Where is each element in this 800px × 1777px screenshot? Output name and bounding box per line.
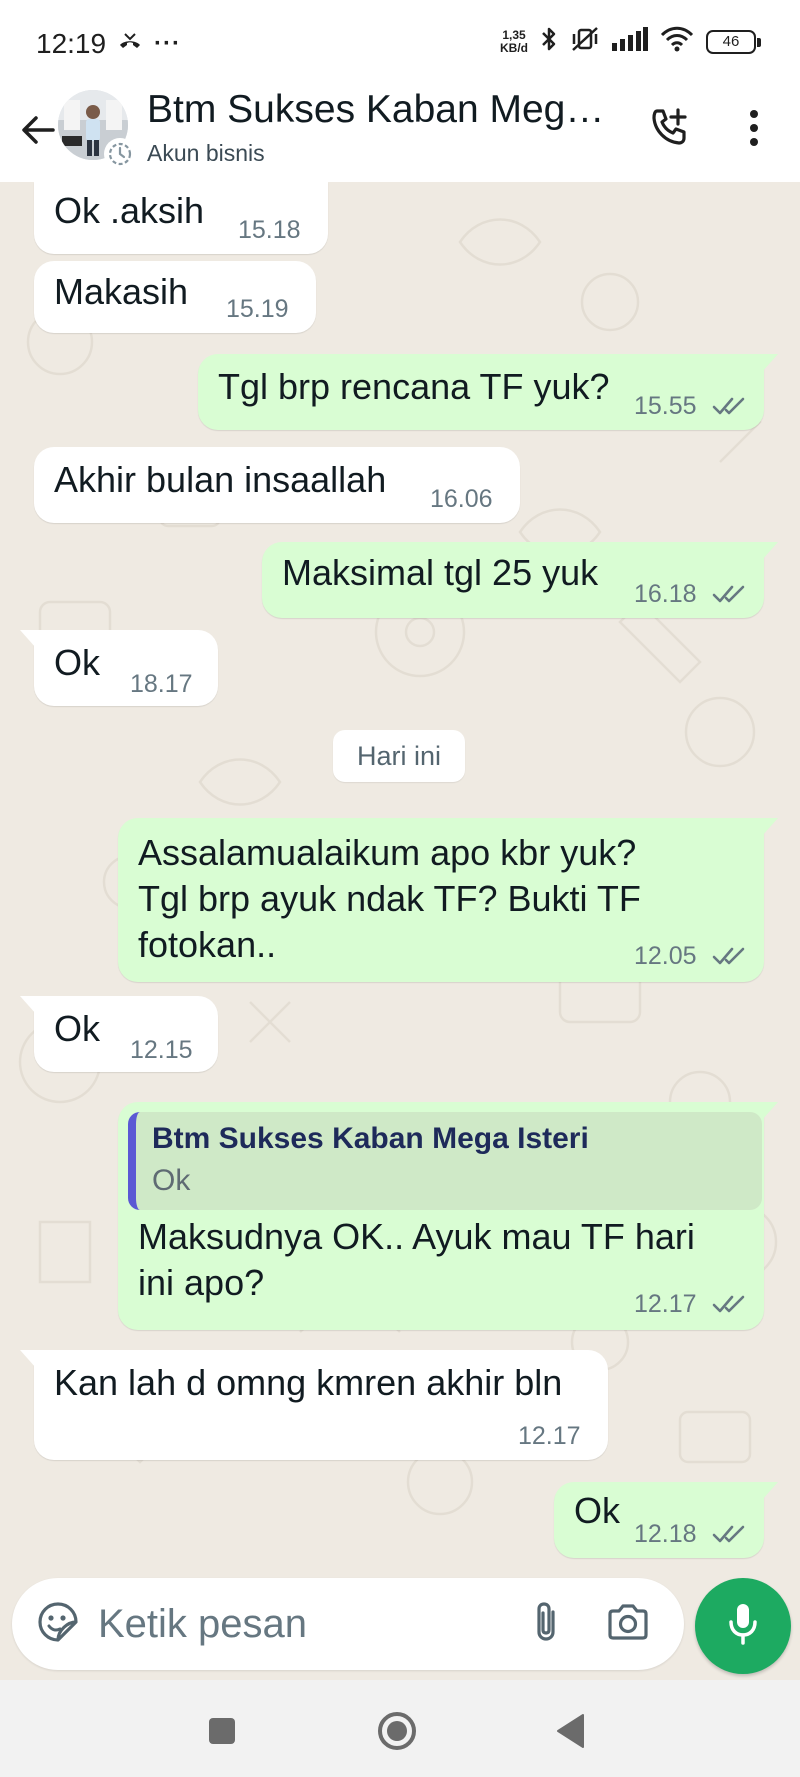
- contact-name[interactable]: Btm Sukses Kaban Mega Isteri: [147, 88, 617, 132]
- system-nav-bar: [0, 1680, 800, 1777]
- bluetooth-icon: [540, 26, 558, 57]
- message-outgoing[interactable]: Assalamualaikum apo kbr yuk? Tgl brp ayu…: [118, 818, 764, 982]
- message-outgoing[interactable]: Tgl brp rencana TF yuk? 15.55: [198, 354, 764, 430]
- message-time: 12.18: [634, 1520, 697, 1548]
- double-check-icon: [712, 397, 745, 415]
- phone-plus-icon: [648, 106, 692, 155]
- message-text: Makasih: [54, 271, 189, 312]
- nav-back-button[interactable]: [540, 1708, 600, 1758]
- back-button[interactable]: [10, 104, 66, 160]
- battery-indicator: 46: [706, 29, 761, 54]
- triangle-back-icon: [555, 1713, 585, 1754]
- message-outgoing[interactable]: Maksimal tgl 25 yuk 16.18: [262, 542, 764, 618]
- message-time: 12.05: [634, 942, 697, 970]
- message-outgoing[interactable]: Ok 12.18: [554, 1482, 764, 1558]
- message-text: Ok: [54, 642, 101, 683]
- voice-message-button[interactable]: [695, 1578, 791, 1674]
- business-badge-icon: [104, 138, 136, 170]
- arrow-left-icon: [21, 115, 55, 150]
- microphone-icon: [726, 1602, 760, 1651]
- message-incoming[interactable]: Akhir bulan insaallah 16.06: [34, 447, 520, 523]
- vibrate-off-icon: [570, 26, 600, 57]
- status-left-icons: ···: [118, 30, 181, 58]
- nav-recents-button[interactable]: [192, 1708, 252, 1758]
- double-check-icon: [712, 1525, 745, 1543]
- message-time: 15.55: [634, 392, 697, 420]
- attach-button[interactable]: [520, 1598, 572, 1650]
- double-check-icon: [712, 947, 745, 965]
- signal-icon: [612, 27, 648, 56]
- net-speed: 1,35 KB/d: [500, 27, 528, 55]
- message-text: Ok: [574, 1490, 621, 1531]
- message-text: Akhir bulan insaallah: [54, 459, 387, 500]
- message-time: 16.18: [634, 580, 697, 608]
- double-check-icon: [712, 585, 745, 603]
- bubble-tail: [762, 1102, 778, 1120]
- missed-call-icon: [118, 31, 142, 58]
- message-time: 12.15: [130, 1036, 193, 1064]
- message-incoming[interactable]: Makasih 15.19: [34, 261, 316, 333]
- message-text: Maksudnya OK.. Ayuk mau TF hari ini apo?: [138, 1216, 695, 1303]
- square-icon: [207, 1716, 237, 1751]
- paperclip-icon: [531, 1600, 561, 1649]
- chat-area[interactable]: Ok .aksih 15.18 Makasih 15.19 Tgl brp re…: [0, 182, 800, 1580]
- message-text: Assalamualaikum apo kbr yuk? Tgl brp ayu…: [138, 832, 641, 965]
- status-bar: 12:19 ··· 1,35 KB/d 46: [0, 0, 800, 88]
- message-text: Maksimal tgl 25 yuk: [282, 552, 599, 593]
- sticker-icon: [36, 1600, 80, 1649]
- nav-home-button[interactable]: [367, 1708, 427, 1758]
- bubble-tail: [20, 1350, 36, 1368]
- status-right-icons: 1,35 KB/d 46: [500, 26, 761, 57]
- message-text: Ok: [54, 1008, 101, 1049]
- more-vertical-icon: [749, 109, 759, 152]
- bubble-tail: [20, 630, 36, 648]
- emoji-button[interactable]: [32, 1598, 84, 1650]
- message-text: Ok .aksih: [54, 190, 205, 231]
- chat-header: Btm Sukses Kaban Mega Isteri Akun bisnis: [0, 88, 800, 182]
- bubble-tail: [762, 354, 778, 372]
- message-time: 18.17: [130, 670, 193, 698]
- message-incoming[interactable]: Kan lah d omng kmren akhir bln 12.17: [34, 1350, 608, 1460]
- quoted-text: Ok: [152, 1164, 191, 1197]
- camera-button[interactable]: [600, 1598, 656, 1650]
- contact-subtitle[interactable]: Akun bisnis: [147, 140, 265, 167]
- quoted-message[interactable]: Btm Sukses Kaban Mega Isteri Ok: [128, 1112, 762, 1210]
- quoted-sender: Btm Sukses Kaban Mega Isteri: [152, 1122, 589, 1155]
- more-options-button[interactable]: [730, 102, 778, 158]
- message-incoming[interactable]: Ok 18.17: [34, 630, 218, 706]
- message-time: 15.18: [238, 216, 301, 244]
- message-incoming[interactable]: Ok 12.15: [34, 996, 218, 1072]
- wifi-icon: [660, 26, 694, 57]
- date-divider: Hari ini: [333, 730, 465, 782]
- add-call-button[interactable]: [640, 102, 700, 158]
- status-time: 12:19: [36, 28, 107, 59]
- message-time: 16.06: [430, 485, 493, 513]
- bubble-tail: [762, 1482, 778, 1500]
- message-composer: [12, 1578, 684, 1670]
- bubble-tail: [762, 542, 778, 560]
- message-time: 12.17: [634, 1290, 697, 1318]
- more-dots: ···: [154, 30, 181, 57]
- message-time: 12.17: [518, 1422, 581, 1450]
- message-text: Tgl brp rencana TF yuk?: [218, 366, 610, 407]
- bubble-tail: [20, 996, 36, 1014]
- double-check-icon: [712, 1295, 745, 1313]
- camera-icon: [606, 1603, 650, 1646]
- message-input[interactable]: [98, 1596, 438, 1652]
- message-incoming[interactable]: Ok .aksih 15.18: [34, 182, 328, 254]
- bubble-tail: [762, 818, 778, 836]
- message-outgoing-reply[interactable]: Btm Sukses Kaban Mega Isteri Ok Maksudny…: [118, 1102, 764, 1330]
- message-time: 15.19: [226, 295, 289, 323]
- circle-icon: [376, 1710, 418, 1757]
- message-text: Kan lah d omng kmren akhir bln: [54, 1362, 563, 1403]
